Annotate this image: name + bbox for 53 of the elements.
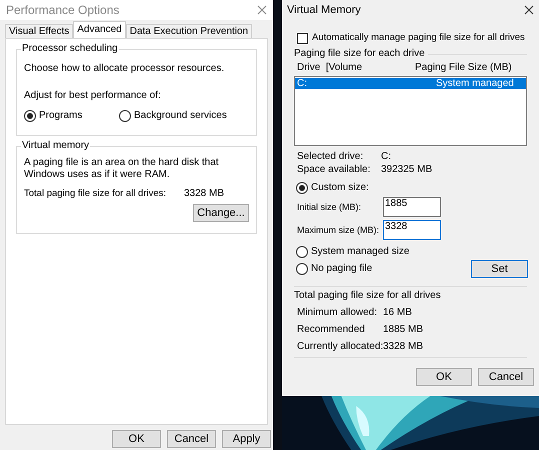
description-text: Choose how to allocate processor resources.: [24, 63, 226, 75]
close-icon[interactable]: [524, 5, 534, 15]
info-label: Space available:: [297, 164, 372, 176]
dialog-button[interactable]: Change...: [193, 204, 249, 222]
dialog-button[interactable]: OK: [416, 368, 472, 386]
prompt-text: Adjust for best performance of:: [24, 90, 162, 102]
radio-label: No paging file: [311, 263, 372, 275]
total-value: 16 MB: [383, 307, 412, 319]
field-label: Maximum size (MB):: [297, 224, 380, 236]
window-title: Performance Options: [6, 4, 120, 16]
info-value: 392325 MB: [381, 164, 432, 176]
checkbox-label: Automatically manage paging file size for all drives: [312, 32, 525, 44]
radio-button[interactable]: [119, 110, 131, 122]
list-row[interactable]: C: System managed: [295, 78, 526, 89]
drive-cell-text: C:: [296, 78, 308, 88]
dialog-button[interactable]: Set: [471, 260, 528, 278]
total-label: Minimum allowed:: [297, 307, 378, 319]
dialog-button[interactable]: Cancel: [478, 368, 534, 386]
tab[interactable]: Data Execution Prevention: [126, 24, 252, 38]
window-title: Virtual Memory: [287, 4, 361, 16]
tab[interactable]: Advanced: [73, 21, 126, 38]
radio-label: Custom size:: [311, 182, 369, 194]
description-text: A paging file is an area on the hard disk that Windows uses as if it were RAM.: [24, 157, 220, 181]
size-cell: System managed: [436, 78, 514, 88]
field-label: Initial size (MB):: [297, 200, 362, 212]
total-value: 3328 MB: [184, 188, 224, 200]
radio-label: Background services: [134, 110, 227, 122]
radio-button[interactable]: [24, 110, 36, 122]
group-heading: Paging file size for each drive: [294, 48, 425, 60]
radio-button[interactable]: [296, 246, 308, 258]
total-value: 3328 MB: [383, 341, 424, 353]
total-label: Currently allocated:: [297, 341, 383, 353]
group-heading: Total paging file size for all drives: [294, 290, 442, 302]
info-label: Selected drive:: [297, 151, 364, 163]
input-field[interactable]: 1885: [383, 196, 441, 216]
total-label: Total paging file size for all drives:: [24, 188, 168, 200]
input-field[interactable]: 3328: [383, 220, 441, 240]
tab[interactable]: Visual Effects: [5, 24, 74, 38]
group-heading: Virtual memory: [21, 140, 90, 152]
column-header: Drive [Volume: [297, 62, 364, 74]
dialog-button[interactable]: OK: [112, 430, 161, 448]
total-value: 1885 MB: [383, 324, 424, 336]
total-label: Recommended: [297, 324, 366, 336]
dialog-button[interactable]: Apply: [222, 430, 271, 448]
info-value: C:: [381, 151, 391, 163]
radio-button[interactable]: [296, 263, 308, 275]
column-header: Paging File Size (MB): [415, 62, 512, 74]
radio-label: Programs: [39, 110, 82, 122]
dialog-button[interactable]: Cancel: [167, 430, 216, 448]
checkbox[interactable]: [297, 32, 308, 44]
radio-button[interactable]: [296, 182, 308, 194]
group-heading: Processor scheduling: [21, 43, 119, 55]
radio-label: System managed size: [311, 246, 410, 258]
